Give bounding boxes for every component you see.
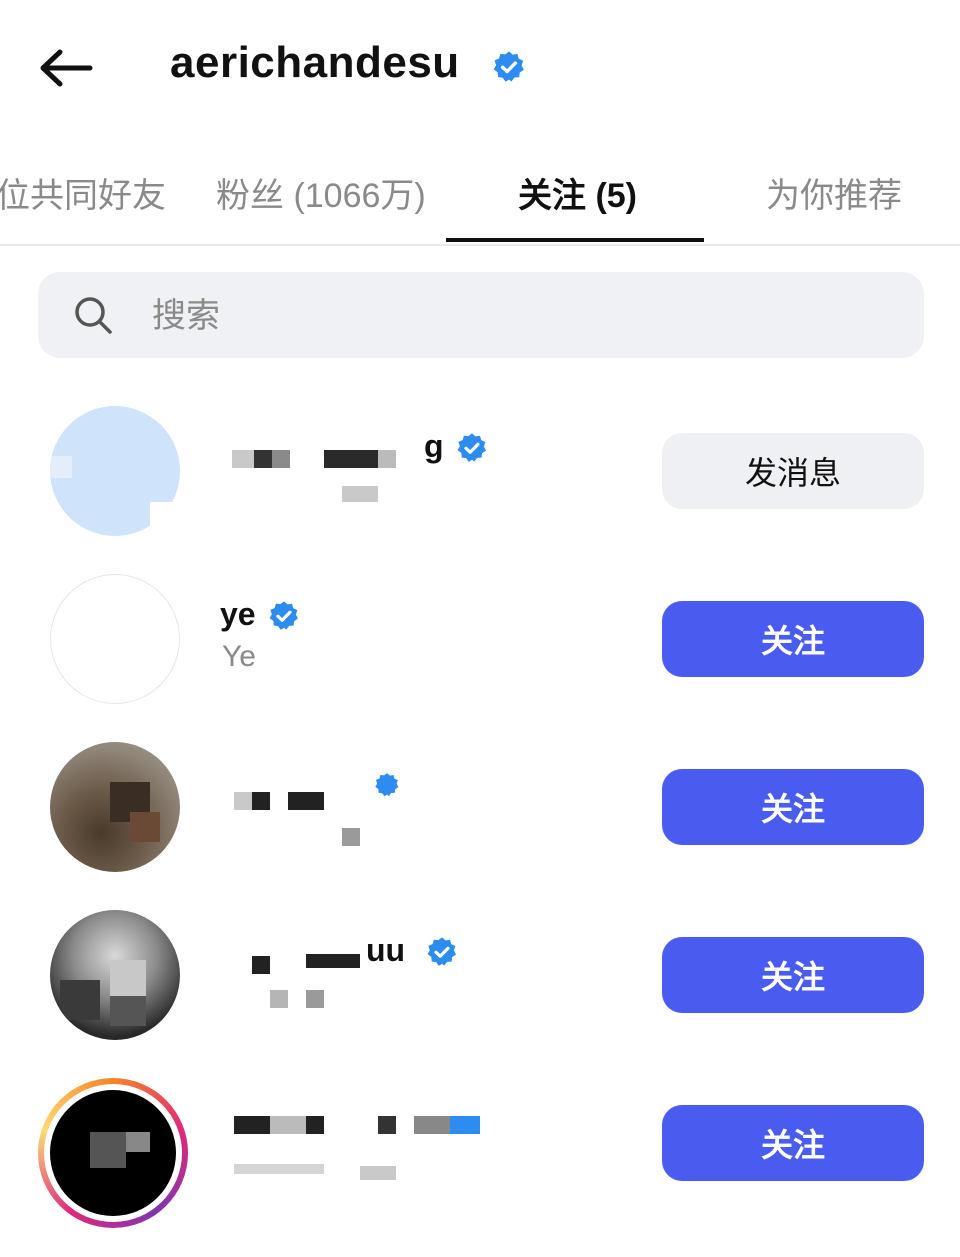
active-tab-indicator — [446, 238, 704, 242]
verified-badge-icon — [427, 937, 456, 966]
redacted-block — [378, 450, 396, 468]
tab-following[interactable]: 关注 (5) — [518, 168, 637, 217]
avatar[interactable] — [50, 742, 180, 872]
redacted-block — [254, 450, 272, 468]
redacted-block — [252, 956, 270, 974]
list-item[interactable]: 关注 — [0, 1060, 960, 1228]
redacted-block — [288, 792, 324, 810]
redacted-block — [342, 828, 360, 846]
avatar[interactable] — [50, 910, 180, 1040]
follow-button[interactable]: 关注 — [662, 601, 924, 677]
display-name: Ye — [222, 640, 256, 673]
redacted-block — [342, 486, 378, 502]
page-title: aerichandesu — [170, 38, 460, 87]
username: g — [424, 428, 444, 464]
avatar[interactable] — [50, 574, 180, 704]
message-button[interactable]: 发消息 — [662, 433, 924, 509]
search-bar[interactable] — [38, 272, 924, 358]
redacted-block — [270, 990, 288, 1008]
redacted-block — [306, 990, 324, 1008]
tab-mutual-friends[interactable]: 位共同好友 — [0, 168, 166, 217]
username: ye — [220, 596, 256, 632]
redacted-block — [234, 1116, 270, 1134]
list-item[interactable]: uu 关注 — [0, 892, 960, 1060]
header: aerichandesu — [0, 0, 960, 130]
avatar[interactable] — [50, 406, 180, 536]
follow-button[interactable]: 关注 — [662, 1105, 924, 1181]
follow-button[interactable]: 关注 — [662, 937, 924, 1013]
follow-button[interactable]: 关注 — [662, 769, 924, 845]
redacted-block — [306, 954, 360, 968]
verified-badge-icon — [457, 433, 486, 462]
redacted-block — [232, 450, 254, 468]
verified-badge-icon — [493, 51, 524, 82]
tab-bar: 位共同好友 粉丝 (1066万) 关注 (5) 为你推荐 — [0, 150, 960, 246]
back-button[interactable] — [36, 44, 96, 92]
arrow-left-icon — [40, 49, 93, 87]
redacted-block — [324, 450, 378, 468]
list-item[interactable]: g 发消息 — [0, 388, 960, 556]
list-item[interactable]: ye Ye 关注 — [0, 556, 960, 724]
redacted-block — [306, 1116, 324, 1134]
search-input[interactable] — [150, 286, 894, 346]
redacted-block — [272, 450, 290, 468]
verified-badge-icon — [269, 601, 298, 630]
redacted-block — [234, 792, 252, 810]
redacted-block — [414, 1116, 450, 1134]
redacted-block — [360, 1166, 396, 1180]
list-item[interactable]: 关注 — [0, 724, 960, 892]
search-icon — [75, 297, 112, 334]
verified-badge-icon — [375, 773, 399, 797]
redacted-block — [252, 792, 270, 810]
redacted-block — [450, 1116, 480, 1134]
tab-followers[interactable]: 粉丝 (1066万) — [216, 168, 426, 217]
username: uu — [366, 932, 406, 968]
redacted-block — [234, 1164, 324, 1174]
tab-suggested[interactable]: 为你推荐 — [766, 168, 902, 217]
story-ring-avatar[interactable] — [38, 1078, 188, 1228]
redacted-block — [378, 1116, 396, 1134]
redacted-block — [270, 1116, 306, 1134]
